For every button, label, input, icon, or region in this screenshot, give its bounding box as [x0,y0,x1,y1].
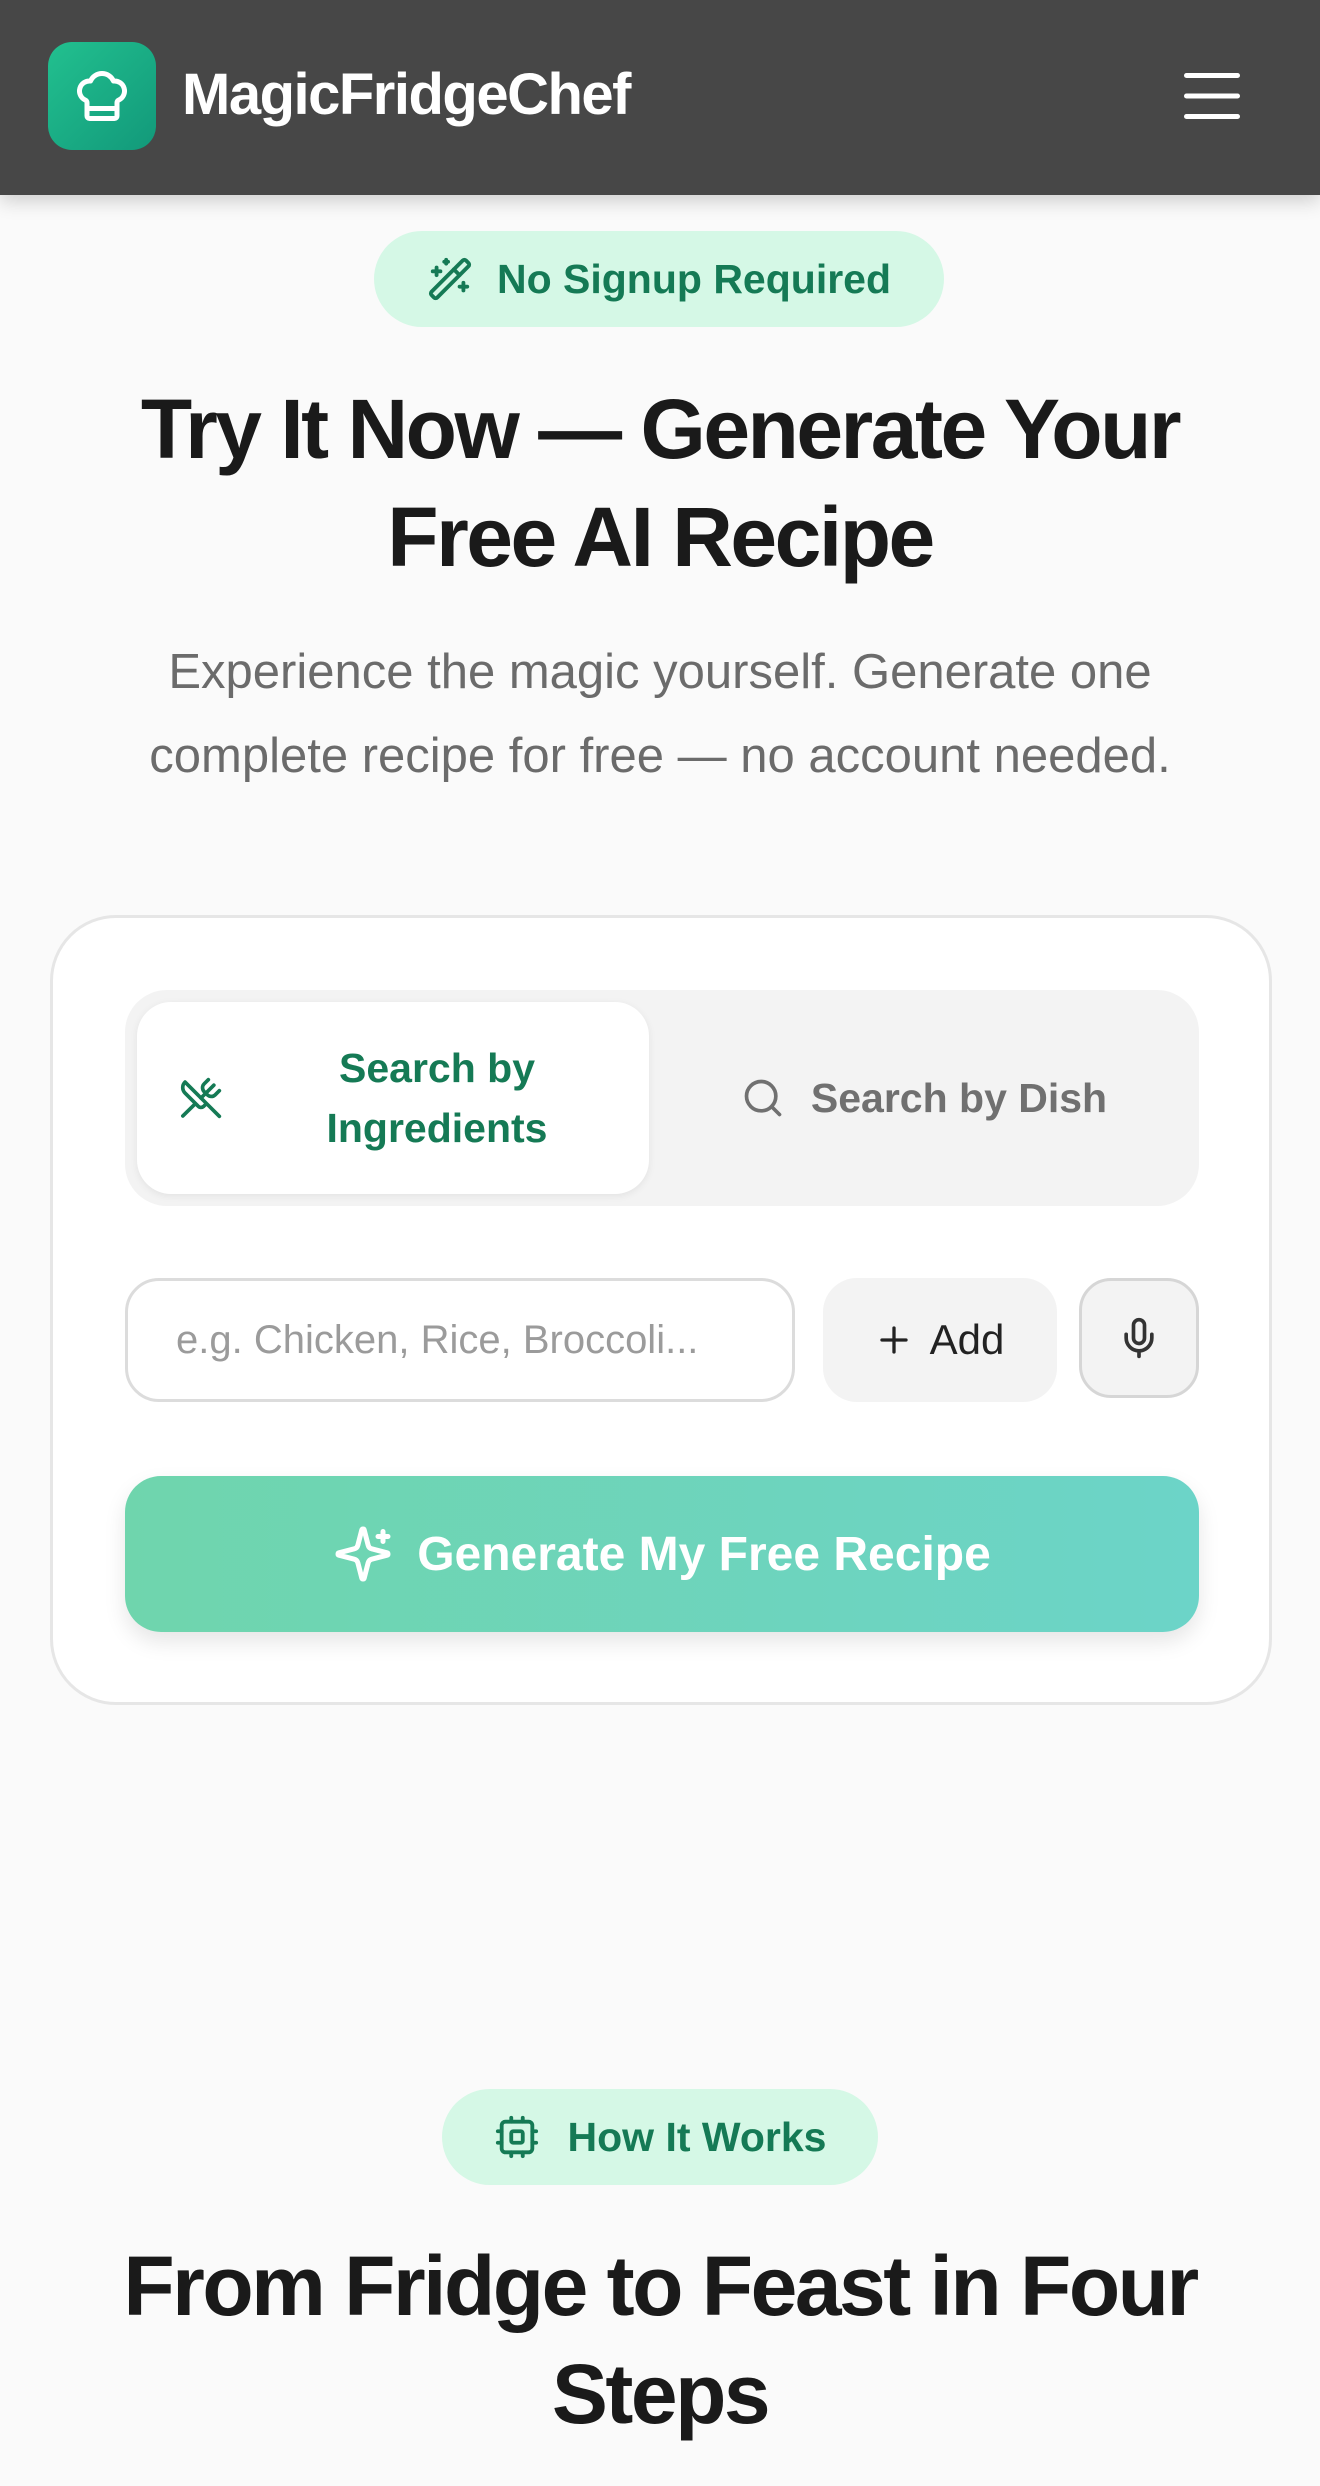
generate-button-label: Generate My Free Recipe [417,1527,991,1581]
sparkles-icon [333,1524,393,1584]
logo[interactable] [48,42,156,150]
add-ingredient-button[interactable]: Add [823,1278,1057,1402]
plus-icon [876,1322,912,1358]
page-title: Try It Now — Generate Your Free AI Recip… [140,382,1182,584]
tab-label: Search by Ingredients [326,1045,548,1151]
badge-label: How It Works [567,2113,827,2160]
recipe-generator-card: Search by Ingredients Search by Dish Add [50,915,1272,1705]
tab-label: Search by Dish [810,1074,1108,1121]
brand-name[interactable]: MagicFridgeChef [182,60,632,130]
tab-search-by-dish[interactable]: Search by Dish [661,1002,1187,1194]
ingredient-input[interactable] [125,1278,795,1402]
generate-recipe-button[interactable]: Generate My Free Recipe [125,1476,1199,1632]
voice-input-button[interactable] [1079,1278,1199,1398]
hero-subtitle: Experience the magic yourself. Generate … [149,645,1171,783]
badge-label: No Signup Required [496,255,892,302]
section-title: From Fridge to Feast in Four Steps [123,2239,1199,2441]
search-mode-tabs: Search by Ingredients Search by Dish [125,990,1199,1206]
no-signup-badge: No Signup Required [374,231,944,327]
microphone-icon [1117,1316,1161,1360]
chef-hat-icon [72,66,132,126]
hamburger-menu-icon [1184,73,1240,119]
site-header: MagicFridgeChef [0,0,1320,195]
how-it-works-badge: How It Works [442,2089,878,2185]
add-button-label: Add [929,1316,1005,1363]
magic-wand-icon [427,256,473,302]
menu-button[interactable] [1170,64,1254,128]
tab-search-by-ingredients[interactable]: Search by Ingredients [137,1002,649,1194]
cpu-chip-icon [494,2114,540,2160]
search-icon [741,1076,785,1120]
utensils-crossed-icon [179,1076,223,1120]
